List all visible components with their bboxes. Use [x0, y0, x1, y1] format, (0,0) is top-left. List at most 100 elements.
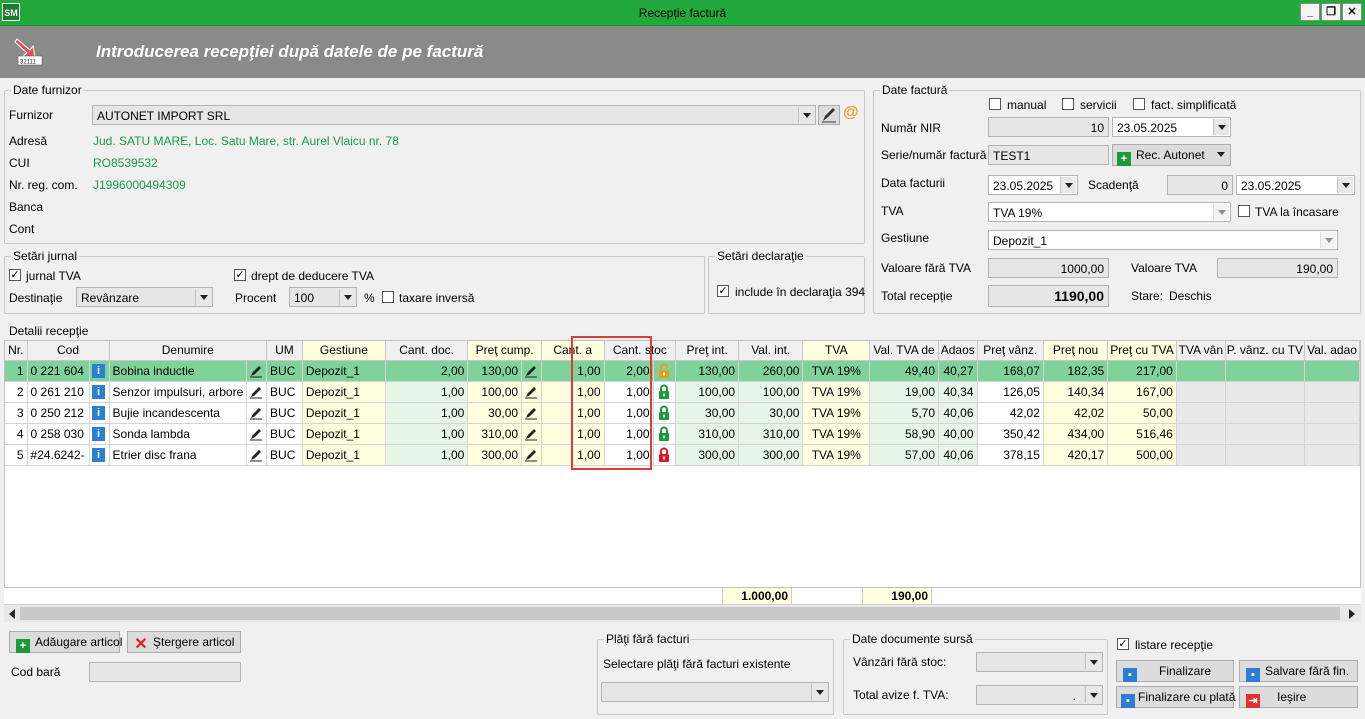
vanzari-select[interactable]	[976, 652, 1103, 672]
plati-select[interactable]	[601, 682, 829, 702]
invoice-date-picker[interactable]: 23.05.2025	[988, 175, 1078, 195]
cell-pret-nou[interactable]: 42,02	[1043, 402, 1109, 424]
jurnal-tva-checkbox[interactable]: ✓	[9, 269, 21, 281]
cell-cant-doc[interactable]: 2,00	[385, 360, 469, 382]
cell-tva[interactable]: TVA 19%	[802, 423, 871, 445]
servicii-checkbox[interactable]	[1062, 98, 1074, 110]
col-cant-doc[interactable]: Cant. doc.	[385, 341, 469, 361]
table-row[interactable]: 30 250 212 i Bujie incandescenta BUC Depozit…	[5, 402, 1360, 424]
cell-pret-nou[interactable]: 420,17	[1043, 444, 1109, 466]
simplificata-checkbox[interactable]	[1133, 98, 1145, 110]
col-pret-nou[interactable]: Preţ nou	[1043, 341, 1109, 361]
cell-cod[interactable]: 0 261 210	[27, 381, 91, 403]
cell-denumire[interactable]: Etrier disc frana	[109, 444, 248, 466]
col-p-vanz-cu-tva[interactable]: P. vânz. cu TV	[1225, 341, 1306, 361]
codbara-input[interactable]	[89, 662, 241, 682]
chevron-down-icon[interactable]	[1213, 204, 1229, 220]
cell-pret-cump[interactable]: 100,00	[467, 381, 523, 403]
scroll-left-icon[interactable]	[8, 609, 16, 619]
rec-autonet-button[interactable]: + Rec. Autonet	[1112, 144, 1231, 166]
close-button[interactable]: ✕	[1342, 3, 1362, 21]
chevron-down-icon[interactable]	[1060, 177, 1076, 193]
cell-cod[interactable]: 0 258 030	[27, 423, 91, 445]
manual-checkbox[interactable]	[989, 98, 1001, 110]
cell-tva[interactable]: TVA 19%	[802, 402, 871, 424]
cell-cod[interactable]: 0 221 604	[27, 360, 91, 382]
lock-icon[interactable]	[657, 405, 671, 421]
cell-gestiune[interactable]: Depozit_1	[302, 402, 386, 424]
scrollbar-thumb[interactable]	[20, 607, 1340, 620]
scroll-right-icon[interactable]	[1348, 609, 1356, 619]
cell-tva[interactable]: TVA 19%	[802, 444, 871, 466]
chevron-down-icon[interactable]	[195, 289, 211, 305]
cell-gestiune[interactable]: Depozit_1	[302, 423, 386, 445]
destinatie-select[interactable]: Revânzare	[76, 287, 213, 307]
cell-denumire[interactable]: Sonda lambda	[109, 423, 248, 445]
lock-icon[interactable]	[657, 426, 671, 442]
cell-pret-cu-tva[interactable]: 217,00	[1107, 360, 1177, 382]
cell-adaos[interactable]: 40,27	[938, 360, 978, 382]
table-row[interactable]: 40 258 030 i Sonda lambda BUC Depozit_1 1,00 3…	[5, 423, 1360, 445]
cell-pret-cump[interactable]: 30,00	[467, 402, 523, 424]
cell-cod[interactable]: #24.6242-	[27, 444, 91, 466]
info-icon[interactable]: i	[92, 448, 106, 462]
cell-tva[interactable]: TVA 19%	[802, 360, 871, 382]
cell-pret-cump[interactable]: 300,00	[467, 444, 523, 466]
col-pret-int[interactable]: Preţ int.	[675, 341, 740, 361]
cell-denumire[interactable]: Bobina inductie	[109, 360, 248, 382]
restore-button[interactable]: ❐	[1321, 3, 1341, 21]
info-icon[interactable]: i	[92, 406, 106, 420]
info-icon[interactable]: i	[92, 364, 106, 378]
col-tva[interactable]: TVA	[802, 341, 871, 361]
cell-adaos[interactable]: 40,34	[938, 381, 978, 403]
cell-gestiune[interactable]: Depozit_1	[302, 381, 386, 403]
horizontal-scrollbar[interactable]	[4, 604, 1361, 622]
cell-pret-cump[interactable]: 130,00	[467, 360, 523, 382]
chevron-down-icon[interactable]	[1337, 177, 1353, 193]
table-row[interactable]: 10 221 604 i Bobina inductie BUC Depozit_1 2,…	[5, 360, 1360, 382]
finalizare-plata-button[interactable]: ▪ Finalizare cu plată	[1116, 686, 1235, 708]
pencil-icon[interactable]	[524, 406, 538, 420]
cell-adaos[interactable]: 40,06	[938, 402, 978, 424]
pencil-icon[interactable]	[524, 427, 538, 441]
salvare-button[interactable]: ▪ Salvare fără fin.	[1239, 660, 1358, 682]
cell-pret-cump[interactable]: 310,00	[467, 423, 523, 445]
chevron-down-icon[interactable]	[1320, 232, 1336, 248]
col-nr[interactable]: Nr.	[5, 341, 28, 361]
cell-gestiune[interactable]: Depozit_1	[302, 444, 386, 466]
edit-supplier-button[interactable]	[818, 105, 840, 125]
lock-icon[interactable]	[657, 384, 671, 400]
delete-article-button[interactable]: ✕ Ştergere articol	[127, 631, 241, 653]
taxare-checkbox[interactable]	[382, 291, 394, 303]
cell-pret-cu-tva[interactable]: 50,00	[1107, 402, 1177, 424]
chevron-down-icon[interactable]	[339, 289, 355, 305]
cell-denumire[interactable]: Bujie incandescenta	[109, 402, 248, 424]
cell-pret-nou[interactable]: 140,34	[1043, 381, 1109, 403]
iesire-button[interactable]: ⇥ Ieşire	[1239, 686, 1358, 708]
chevron-down-icon[interactable]	[1085, 654, 1101, 670]
pencil-icon[interactable]	[249, 385, 263, 399]
table-row[interactable]: 5 #24.6242- i Etrier disc frana BUC Depozit_1…	[5, 444, 1360, 466]
serie-input[interactable]: TEST1	[988, 145, 1109, 165]
col-adaos[interactable]: Adaos	[938, 341, 978, 361]
col-denumire[interactable]: Denumire	[109, 341, 268, 361]
cell-cant-doc[interactable]: 1,00	[385, 381, 469, 403]
col-pret-vanz[interactable]: Preţ vânz.	[977, 341, 1044, 361]
col-pret-cu-tva[interactable]: Preţ cu TVA	[1107, 341, 1177, 361]
col-val-int[interactable]: Val. int.	[738, 341, 804, 361]
pencil-icon[interactable]	[249, 364, 263, 378]
due-date-picker[interactable]: 23.05.2025	[1236, 175, 1355, 195]
drept-checkbox[interactable]: ✓	[234, 269, 246, 281]
cell-pret-cu-tva[interactable]: 516,46	[1107, 423, 1177, 445]
nir-number-field[interactable]: 10	[988, 117, 1109, 137]
cell-cod[interactable]: 0 250 212	[27, 402, 91, 424]
pencil-icon[interactable]	[524, 364, 538, 378]
finalizare-button[interactable]: ▪ Finalizare	[1116, 660, 1234, 682]
col-cod[interactable]: Cod	[27, 341, 110, 361]
chevron-down-icon[interactable]	[1085, 687, 1101, 703]
table-row[interactable]: 20 261 210 i Senzor impulsuri, arbore BUC De…	[5, 381, 1360, 403]
tva-select[interactable]: TVA 19%	[988, 202, 1231, 222]
minimize-button[interactable]: _	[1300, 3, 1320, 21]
gestiune-select[interactable]: Depozit_1	[988, 230, 1338, 250]
pencil-icon[interactable]	[524, 385, 538, 399]
